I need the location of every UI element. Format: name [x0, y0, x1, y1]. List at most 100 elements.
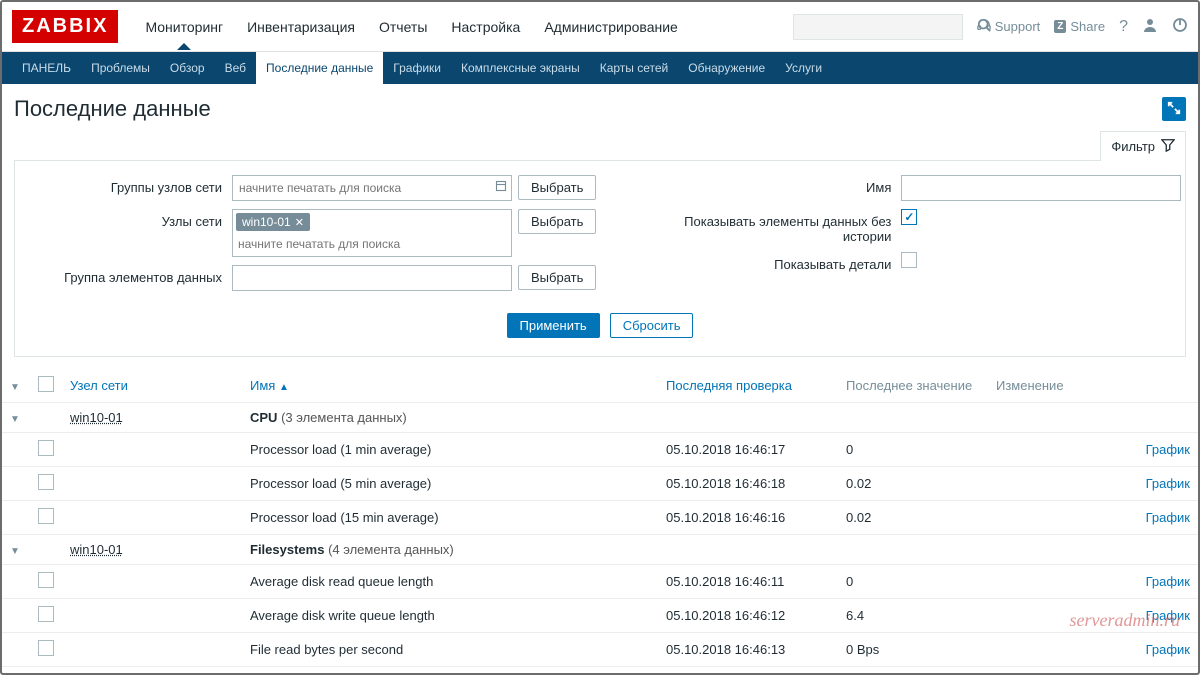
- graph-link[interactable]: График: [1146, 442, 1190, 457]
- change-column-header: Изменение: [996, 378, 1064, 393]
- main-nav-item[interactable]: Настройка: [439, 5, 532, 49]
- main-nav-item[interactable]: Отчеты: [367, 5, 439, 49]
- table-row: Average disk read queue length05.10.2018…: [2, 565, 1198, 599]
- host-tag[interactable]: win10-01 ✕: [236, 213, 310, 231]
- show-no-data-label: Показывать элементы данных без истории: [636, 209, 901, 244]
- item-last-check: 05.10.2018 16:46:18: [658, 467, 838, 501]
- subnav-item[interactable]: Проблемы: [81, 52, 160, 84]
- host-link[interactable]: win10-01: [70, 410, 123, 425]
- item-name: Processor load (5 min average): [242, 467, 658, 501]
- user-icon: [1142, 17, 1158, 36]
- subnav-item[interactable]: Обнаружение: [678, 52, 775, 84]
- group-caret[interactable]: ▼: [10, 414, 22, 425]
- graph-link[interactable]: График: [1146, 642, 1190, 657]
- funnel-icon: [1161, 138, 1175, 155]
- global-search-input[interactable]: [800, 19, 977, 34]
- main-nav-item[interactable]: Мониторинг: [133, 5, 235, 49]
- last-value-column-header: Последнее значение: [846, 378, 972, 393]
- support-label: Support: [995, 19, 1041, 34]
- collapse-all-caret[interactable]: ▼: [10, 382, 22, 393]
- subnav-item[interactable]: Услуги: [775, 52, 832, 84]
- help-button[interactable]: ?: [1119, 18, 1128, 36]
- row-checkbox[interactable]: [38, 474, 54, 490]
- graph-link[interactable]: График: [1146, 574, 1190, 589]
- subnav-item[interactable]: Карты сетей: [590, 52, 679, 84]
- item-last-value: 0: [838, 565, 988, 599]
- topbar: ZABBIX МониторингИнвентаризацияОтчетыНас…: [2, 2, 1198, 52]
- apply-button[interactable]: Применить: [507, 313, 600, 338]
- multiselect-icon: [495, 180, 507, 195]
- name-label: Имя: [636, 175, 901, 195]
- host-groups-select-button[interactable]: Выбрать: [518, 175, 596, 200]
- item-name: Processor load (15 min average): [242, 501, 658, 535]
- application-input[interactable]: [232, 265, 512, 291]
- application-name: CPU: [250, 410, 277, 425]
- filter-tab[interactable]: Фильтр: [1100, 131, 1186, 161]
- application-label: Группа элементов данных: [37, 265, 232, 285]
- row-checkbox[interactable]: [38, 640, 54, 656]
- host-tag-label: win10-01: [242, 215, 291, 229]
- logout-button[interactable]: [1172, 17, 1188, 36]
- item-last-check: 05.10.2018 16:46:12: [658, 599, 838, 633]
- group-caret[interactable]: ▼: [10, 546, 22, 557]
- row-checkbox[interactable]: [38, 508, 54, 524]
- hosts-input[interactable]: [236, 235, 508, 253]
- graph-link[interactable]: График: [1146, 608, 1190, 623]
- subnav-item[interactable]: Графики: [383, 52, 451, 84]
- item-last-check: 05.10.2018 16:46:11: [658, 565, 838, 599]
- fullscreen-button[interactable]: [1162, 97, 1186, 121]
- main-nav: МониторингИнвентаризацияОтчетыНастройкаА…: [133, 5, 792, 49]
- filter-tab-label: Фильтр: [1111, 139, 1155, 154]
- global-search[interactable]: [793, 14, 963, 40]
- subnav-item[interactable]: Веб: [215, 52, 256, 84]
- table-row: Processor load (15 min average)05.10.201…: [2, 501, 1198, 535]
- show-details-checkbox[interactable]: [901, 252, 917, 268]
- application-select-button[interactable]: Выбрать: [518, 265, 596, 290]
- hosts-select-button[interactable]: Выбрать: [518, 209, 596, 234]
- user-button[interactable]: [1142, 17, 1158, 36]
- item-last-check: 05.10.2018 16:46:17: [658, 433, 838, 467]
- share-label: Share: [1070, 19, 1105, 34]
- host-groups-multiselect[interactable]: [232, 175, 512, 201]
- show-details-label: Показывать детали: [636, 252, 901, 272]
- sort-ascending-icon: ▲: [279, 382, 289, 393]
- main-nav-item[interactable]: Администрирование: [532, 5, 690, 49]
- item-name: Average disk write queue length: [242, 599, 658, 633]
- item-change: [988, 599, 1128, 633]
- graph-link[interactable]: График: [1146, 510, 1190, 525]
- host-link[interactable]: win10-01: [70, 542, 123, 557]
- last-check-column-header[interactable]: Последняя проверка: [666, 378, 792, 393]
- filter-tab-row: Фильтр: [2, 130, 1198, 160]
- show-no-data-checkbox[interactable]: [901, 209, 917, 225]
- item-change: [988, 633, 1128, 667]
- headset-icon: [977, 18, 991, 35]
- row-checkbox[interactable]: [38, 440, 54, 456]
- host-column-header[interactable]: Узел сети: [70, 378, 128, 393]
- support-link[interactable]: Support: [977, 18, 1041, 35]
- subnav-item[interactable]: ПАНЕЛЬ: [12, 52, 81, 84]
- subnav-item[interactable]: Комплексные экраны: [451, 52, 590, 84]
- subnav-item[interactable]: Последние данные: [256, 52, 383, 84]
- reset-button[interactable]: Сбросить: [610, 313, 694, 338]
- row-checkbox[interactable]: [38, 572, 54, 588]
- item-last-check: 05.10.2018 16:46:16: [658, 501, 838, 535]
- host-groups-input[interactable]: [237, 179, 507, 197]
- hosts-label: Узлы сети: [37, 209, 232, 229]
- row-checkbox[interactable]: [38, 606, 54, 622]
- item-last-value: 0: [838, 433, 988, 467]
- item-last-check: 05.10.2018 16:46:13: [658, 633, 838, 667]
- main-nav-item[interactable]: Инвентаризация: [235, 5, 367, 49]
- item-name: Average disk read queue length: [242, 565, 658, 599]
- item-last-value: 0.02: [838, 501, 988, 535]
- share-link[interactable]: Z Share: [1054, 19, 1105, 34]
- name-input[interactable]: [901, 175, 1181, 201]
- close-icon[interactable]: ✕: [295, 216, 304, 229]
- name-column-header[interactable]: Имя: [250, 378, 275, 393]
- select-all-checkbox[interactable]: [38, 376, 54, 392]
- graph-link[interactable]: График: [1146, 476, 1190, 491]
- latest-data-table: ▼ Узел сети Имя ▲ Последняя проверка Пос…: [2, 369, 1198, 675]
- subnav-item[interactable]: Обзор: [160, 52, 215, 84]
- hosts-multiselect[interactable]: win10-01 ✕: [232, 209, 512, 257]
- item-last-check: 05.10.2018 16:46:14: [658, 667, 838, 675]
- item-last-value: 0 Bps: [838, 633, 988, 667]
